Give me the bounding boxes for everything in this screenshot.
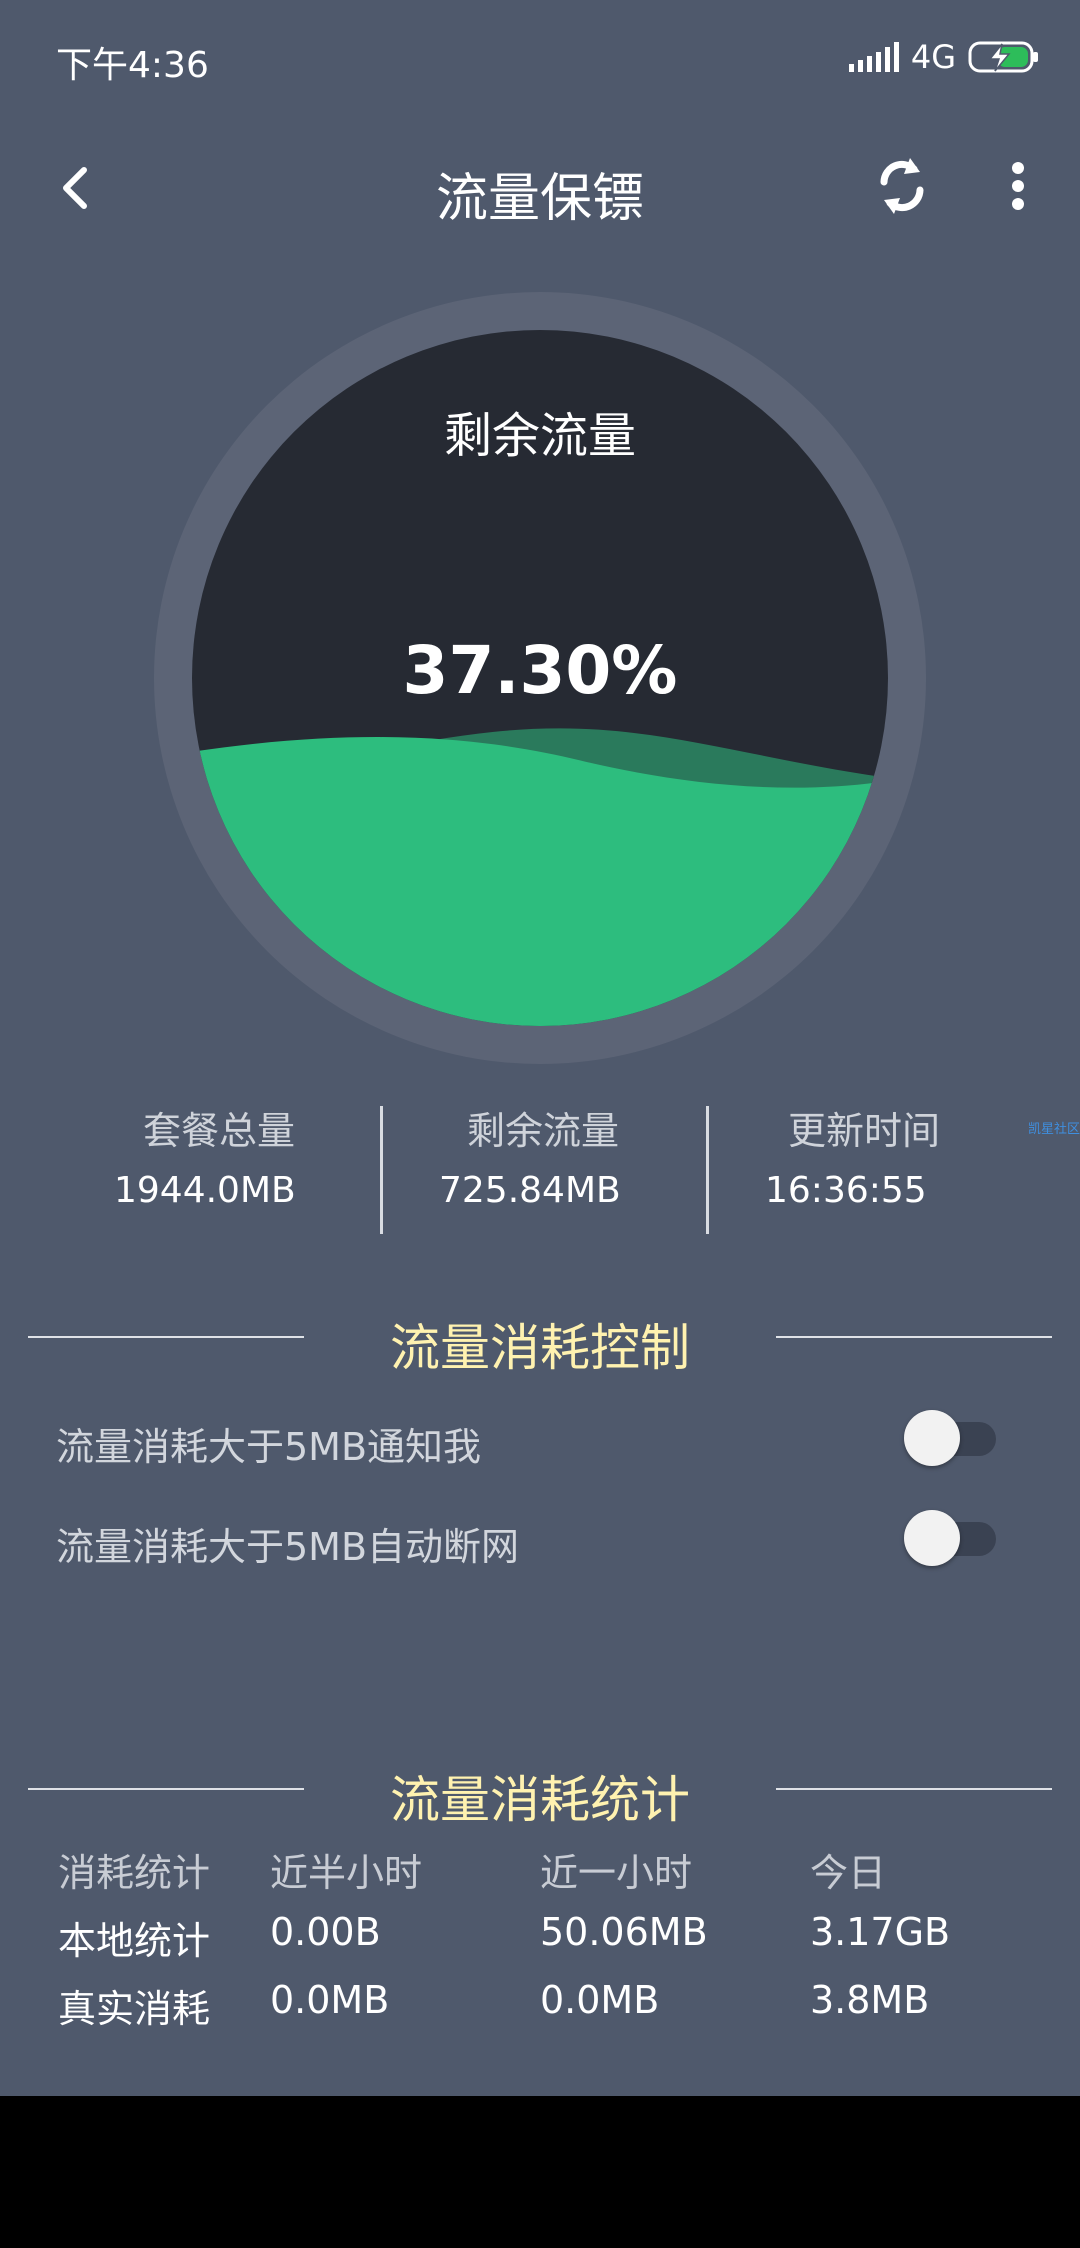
gauge-label: 剩余流量: [443, 408, 636, 464]
app-screen: 下午4:36 4G 流量保镖 剩余流量 37.30% 套餐总量 1944.0MB…: [0, 0, 1080, 2096]
stats-cell: 3.8MB: [810, 1978, 930, 2022]
summary-remaining: 剩余流量 725.84MB: [325, 1100, 645, 1240]
summary-value: 16:36:55: [765, 1170, 927, 1211]
auto-disconnect-toggle[interactable]: [904, 1508, 996, 1568]
control-row-notify: 流量消耗大于5MB通知我: [56, 1404, 1016, 1474]
control-label: 流量消耗大于5MB通知我: [56, 1425, 482, 1469]
stats-cell: 3.17GB: [810, 1910, 951, 1954]
summary-value: 725.84MB: [439, 1170, 621, 1211]
stats-cell: 50.06MB: [540, 1910, 708, 1954]
control-row-disconnect: 流量消耗大于5MB自动断网: [56, 1504, 1016, 1574]
watermark: 凯星社区: [1028, 1122, 1080, 1137]
data-summary: 套餐总量 1944.0MB 剩余流量 725.84MB 更新时间 16:36:5…: [0, 1100, 1080, 1240]
status-icons: 4G: [848, 38, 1040, 76]
network-type: 4G: [910, 38, 956, 76]
stats-cell: 0.00B: [270, 1910, 381, 1954]
stats-cell: 本地统计: [58, 1919, 211, 1963]
summary-label: 剩余流量: [467, 1109, 620, 1153]
table-row: 本地统计 0.00B 50.06MB 3.17GB: [58, 1910, 1038, 1978]
section-title: 流量消耗控制: [390, 1319, 690, 1377]
summary-label: 套餐总量: [143, 1109, 296, 1153]
signal-icon: [848, 42, 899, 72]
summary-total: 套餐总量 1944.0MB: [0, 1100, 320, 1240]
stats-table: 消耗统计 近半小时 近一小时 今日 本地统计 0.00B 50.06MB 3.1…: [58, 1842, 1038, 2046]
status-time: 下午4:36: [56, 45, 209, 86]
app-bar: 流量保镖: [0, 130, 1080, 250]
summary-updated: 更新时间 16:36:55: [645, 1100, 965, 1240]
stats-section-header: 流量消耗统计: [0, 1754, 1080, 1829]
gauge-percent: 37.30%: [402, 632, 678, 709]
toggle-knob: [904, 1510, 960, 1566]
control-label: 流量消耗大于5MB自动断网: [56, 1525, 520, 1569]
stats-header-cell: 消耗统计: [58, 1851, 211, 1895]
summary-label: 更新时间: [788, 1109, 941, 1153]
refresh-icon[interactable]: [872, 152, 932, 220]
section-line: [776, 1788, 1052, 1790]
stats-header-cell: 近一小时: [540, 1851, 693, 1895]
toggle-knob: [904, 1410, 960, 1466]
table-row: 真实消耗 0.0MB 0.0MB 3.8MB: [58, 1978, 1038, 2046]
section-line: [776, 1336, 1052, 1338]
summary-value: 1944.0MB: [114, 1170, 296, 1211]
stats-header-cell: 今日: [810, 1851, 887, 1895]
stats-header-row: 消耗统计 近半小时 近一小时 今日: [58, 1842, 1038, 1910]
stats-cell: 0.0MB: [540, 1978, 660, 2022]
notify-toggle[interactable]: [904, 1408, 996, 1468]
stats-cell: 0.0MB: [270, 1978, 390, 2022]
battery-charging-icon: [968, 41, 1038, 73]
stats-cell: 真实消耗: [58, 1987, 211, 2031]
status-bar: 下午4:36 4G: [0, 0, 1080, 110]
control-section-header: 流量消耗控制: [0, 1302, 1080, 1377]
stats-header-cell: 近半小时: [270, 1851, 423, 1895]
section-title: 流量消耗统计: [390, 1771, 690, 1829]
more-vertical-icon[interactable]: [998, 156, 1038, 216]
remaining-data-gauge: 剩余流量 37.30%: [154, 292, 926, 1064]
